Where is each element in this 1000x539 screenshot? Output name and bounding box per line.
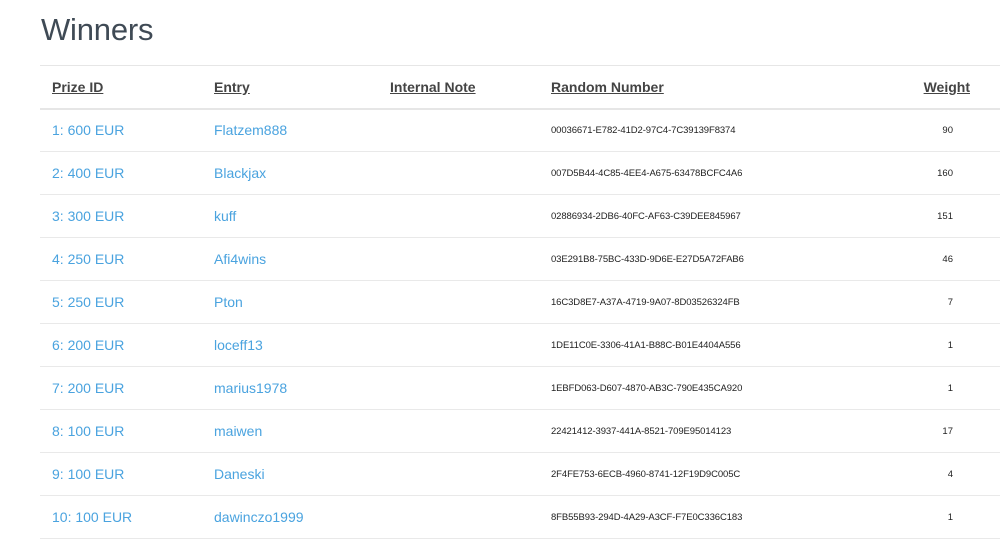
- table-header: Prize ID Entry Internal Note Random Numb…: [40, 65, 1000, 110]
- table-row: 6: 200 EUR loceff13 1DE11C0E-3306-41A1-B…: [40, 323, 1000, 367]
- internal-note-cell: [378, 151, 539, 195]
- entry-link[interactable]: loceff13: [214, 337, 263, 353]
- column-header-prize-id-label[interactable]: Prize ID: [52, 79, 103, 95]
- header-row: Prize ID Entry Internal Note Random Numb…: [40, 65, 1000, 110]
- prize-cell[interactable]: 7: 200 EUR: [40, 366, 202, 410]
- prize-cell[interactable]: 8: 100 EUR: [40, 409, 202, 453]
- internal-note-cell: [378, 323, 539, 367]
- winners-table-container: Prize ID Entry Internal Note Random Numb…: [40, 65, 1000, 539]
- prize-cell[interactable]: 1: 600 EUR: [40, 108, 202, 152]
- random-number-cell: 2F4FE753-6ECB-4960-8741-12F19D9C005C: [539, 452, 874, 496]
- prize-link[interactable]: 3: 300 EUR: [52, 208, 124, 224]
- prize-link[interactable]: 5: 250 EUR: [52, 294, 124, 310]
- weight-cell: 160: [874, 151, 1000, 195]
- random-number-cell: 00036671-E782-41D2-97C4-7C39139F8374: [539, 108, 874, 152]
- prize-cell[interactable]: 10: 100 EUR: [40, 495, 202, 539]
- weight-cell: 46: [874, 237, 1000, 281]
- column-header-random-number-label[interactable]: Random Number: [551, 79, 664, 95]
- entry-cell[interactable]: loceff13: [202, 323, 378, 367]
- prize-link[interactable]: 1: 600 EUR: [52, 122, 124, 138]
- weight-cell: 7: [874, 280, 1000, 324]
- entry-cell[interactable]: dawinczo1999: [202, 495, 378, 539]
- weight-cell: 17: [874, 409, 1000, 453]
- entry-cell[interactable]: kuff: [202, 194, 378, 238]
- random-number-cell: 22421412-3937-441A-8521-709E95014123: [539, 409, 874, 453]
- weight-cell: 151: [874, 194, 1000, 238]
- prize-cell[interactable]: 9: 100 EUR: [40, 452, 202, 496]
- random-number-cell: 007D5B44-4C85-4EE4-A675-63478BCFC4A6: [539, 151, 874, 195]
- weight-cell: 90: [874, 108, 1000, 152]
- internal-note-cell: [378, 366, 539, 410]
- prize-cell[interactable]: 3: 300 EUR: [40, 194, 202, 238]
- table-row: 4: 250 EUR Afi4wins 03E291B8-75BC-433D-9…: [40, 237, 1000, 281]
- column-header-internal-note-label[interactable]: Internal Note: [390, 79, 476, 95]
- entry-cell[interactable]: Afi4wins: [202, 237, 378, 281]
- table-row: 8: 100 EUR maiwen 22421412-3937-441A-852…: [40, 409, 1000, 453]
- entry-link[interactable]: marius1978: [214, 380, 287, 396]
- entry-link[interactable]: Pton: [214, 294, 243, 310]
- table-row: 10: 100 EUR dawinczo1999 8FB55B93-294D-4…: [40, 495, 1000, 539]
- random-number-cell: 02886934-2DB6-40FC-AF63-C39DEE845967: [539, 194, 874, 238]
- prize-cell[interactable]: 4: 250 EUR: [40, 237, 202, 281]
- prize-cell[interactable]: 2: 400 EUR: [40, 151, 202, 195]
- table-row: 1: 600 EUR Flatzem888 00036671-E782-41D2…: [40, 108, 1000, 152]
- table-row: 5: 250 EUR Pton 16C3D8E7-A37A-4719-9A07-…: [40, 280, 1000, 324]
- prize-link[interactable]: 10: 100 EUR: [52, 509, 132, 525]
- prize-link[interactable]: 4: 250 EUR: [52, 251, 124, 267]
- internal-note-cell: [378, 452, 539, 496]
- prize-cell[interactable]: 6: 200 EUR: [40, 323, 202, 367]
- prize-link[interactable]: 7: 200 EUR: [52, 380, 124, 396]
- entry-link[interactable]: Flatzem888: [214, 122, 287, 138]
- page-title: Winners: [41, 12, 154, 47]
- random-number-cell: 03E291B8-75BC-433D-9D6E-E27D5A72FAB6: [539, 237, 874, 281]
- prize-link[interactable]: 8: 100 EUR: [52, 423, 124, 439]
- weight-cell: 1: [874, 366, 1000, 410]
- winners-table: Prize ID Entry Internal Note Random Numb…: [40, 65, 1000, 539]
- entry-link[interactable]: maiwen: [214, 423, 262, 439]
- random-number-cell: 1DE11C0E-3306-41A1-B88C-B01E4404A556: [539, 323, 874, 367]
- entry-link[interactable]: kuff: [214, 208, 236, 224]
- entry-cell[interactable]: marius1978: [202, 366, 378, 410]
- entry-link[interactable]: dawinczo1999: [214, 509, 304, 525]
- column-header-random-number[interactable]: Random Number: [539, 65, 874, 110]
- internal-note-cell: [378, 409, 539, 453]
- prize-link[interactable]: 2: 400 EUR: [52, 165, 124, 181]
- entry-cell[interactable]: maiwen: [202, 409, 378, 453]
- entry-cell[interactable]: Daneski: [202, 452, 378, 496]
- table-body: 1: 600 EUR Flatzem888 00036671-E782-41D2…: [40, 108, 1000, 539]
- prize-link[interactable]: 6: 200 EUR: [52, 337, 124, 353]
- table-row: 3: 300 EUR kuff 02886934-2DB6-40FC-AF63-…: [40, 194, 1000, 238]
- weight-cell: 4: [874, 452, 1000, 496]
- table-row: 7: 200 EUR marius1978 1EBFD063-D607-4870…: [40, 366, 1000, 410]
- table-row: 9: 100 EUR Daneski 2F4FE753-6ECB-4960-87…: [40, 452, 1000, 496]
- entry-cell[interactable]: Blackjax: [202, 151, 378, 195]
- internal-note-cell: [378, 495, 539, 539]
- column-header-internal-note[interactable]: Internal Note: [378, 65, 539, 110]
- random-number-cell: 16C3D8E7-A37A-4719-9A07-8D03526324FB: [539, 280, 874, 324]
- weight-cell: 1: [874, 495, 1000, 539]
- prize-cell[interactable]: 5: 250 EUR: [40, 280, 202, 324]
- weight-cell: 1: [874, 323, 1000, 367]
- entry-cell[interactable]: Flatzem888: [202, 108, 378, 152]
- prize-link[interactable]: 9: 100 EUR: [52, 466, 124, 482]
- column-header-weight[interactable]: Weight: [874, 65, 1000, 110]
- entry-link[interactable]: Afi4wins: [214, 251, 266, 267]
- internal-note-cell: [378, 280, 539, 324]
- internal-note-cell: [378, 194, 539, 238]
- random-number-cell: 8FB55B93-294D-4A29-A3CF-F7E0C336C183: [539, 495, 874, 539]
- random-number-cell: 1EBFD063-D607-4870-AB3C-790E435CA920: [539, 366, 874, 410]
- column-header-entry-label[interactable]: Entry: [214, 79, 250, 95]
- column-header-entry[interactable]: Entry: [202, 65, 378, 110]
- entry-link[interactable]: Blackjax: [214, 165, 266, 181]
- table-row: 2: 400 EUR Blackjax 007D5B44-4C85-4EE4-A…: [40, 151, 1000, 195]
- internal-note-cell: [378, 237, 539, 281]
- column-header-prize-id[interactable]: Prize ID: [40, 65, 202, 110]
- entry-cell[interactable]: Pton: [202, 280, 378, 324]
- internal-note-cell: [378, 108, 539, 152]
- column-header-weight-label[interactable]: Weight: [924, 79, 970, 95]
- entry-link[interactable]: Daneski: [214, 466, 265, 482]
